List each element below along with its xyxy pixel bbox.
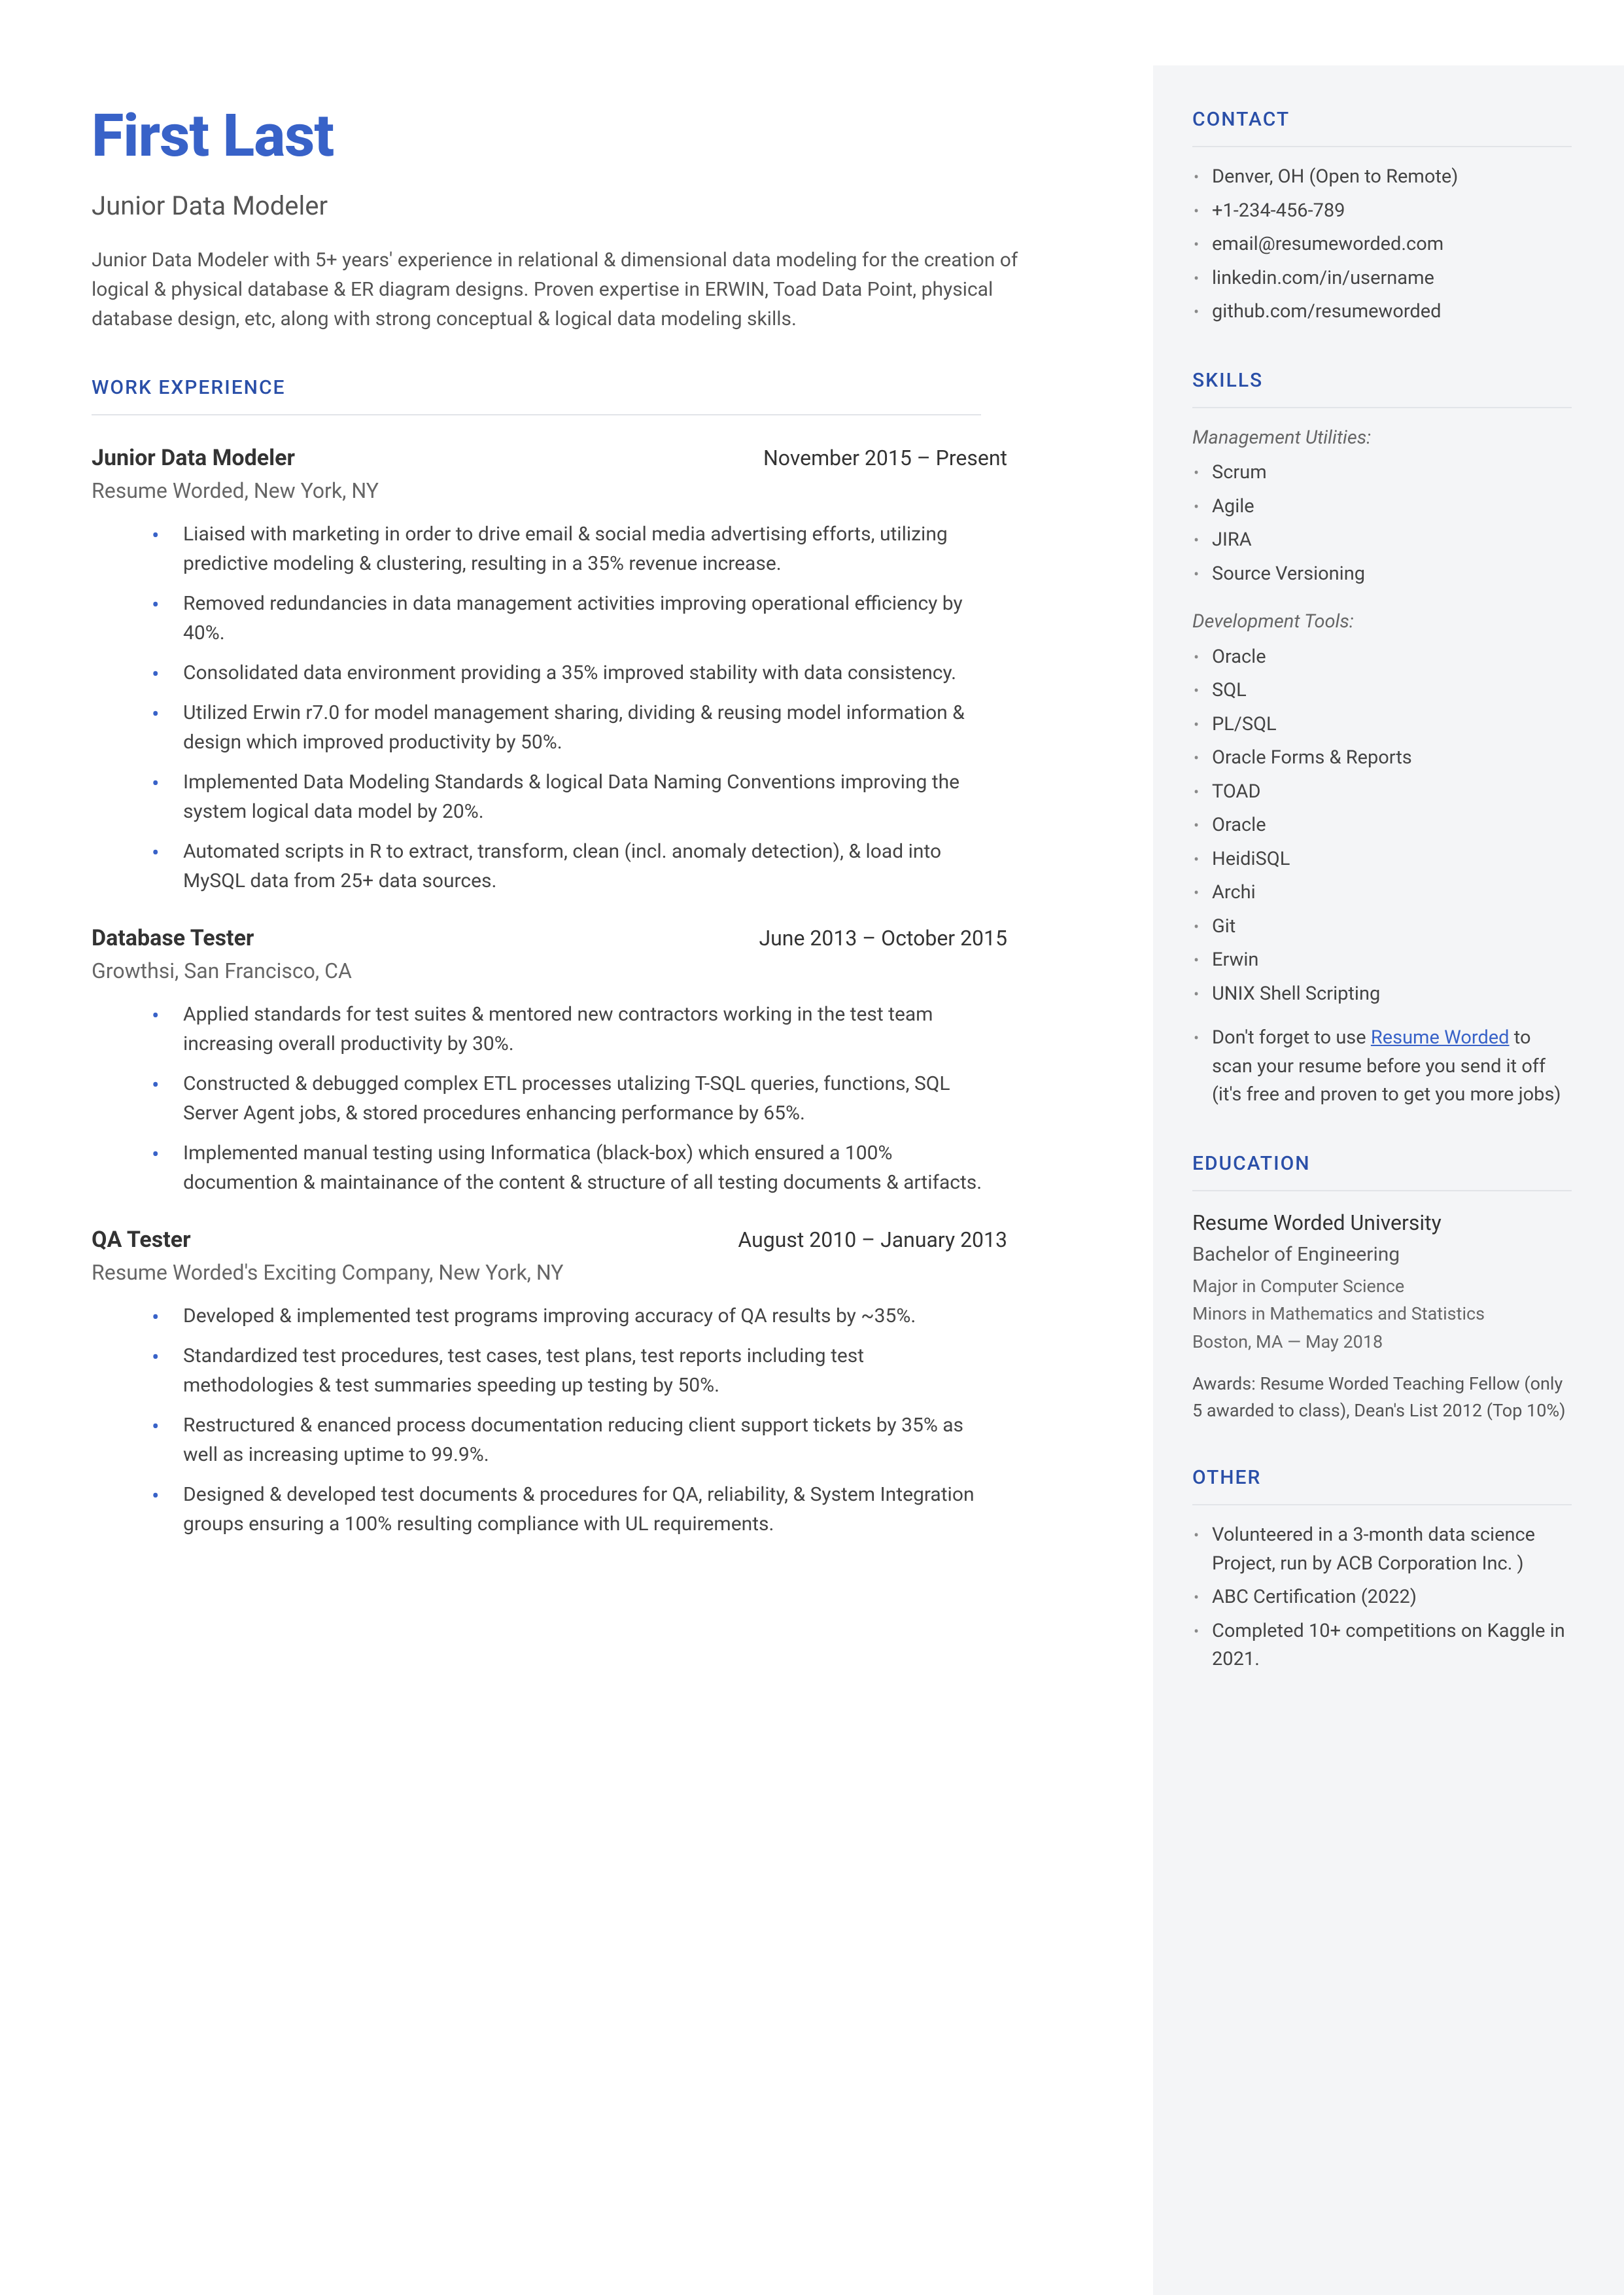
other-item: ABC Certification (2022)	[1192, 1583, 1572, 1612]
education-degree: Bachelor of Engineering	[1192, 1240, 1572, 1269]
job-entry: QA Tester August 2010 – January 2013Resum…	[92, 1223, 1020, 1539]
skill-item: Oracle Forms & Reports	[1192, 744, 1572, 773]
job-bullet: Developed & implemented test programs im…	[183, 1301, 1020, 1331]
education-location: Boston, MA — May 2018	[1192, 1329, 1572, 1356]
contact-heading: CONTACT	[1192, 105, 1572, 134]
skill-item: UNIX Shell Scripting	[1192, 980, 1572, 1009]
job-bullet: Consolidated data environment providing …	[183, 658, 1020, 688]
resume-page: First Last Junior Data Modeler Junior Da…	[0, 0, 1624, 2295]
job-bullet: Standardized test procedures, test cases…	[183, 1341, 1020, 1400]
job-company: Resume Worded's Exciting Company, New Yo…	[92, 1257, 1020, 1288]
job-company: Resume Worded, New York, NY	[92, 475, 1020, 506]
job-bullet: Restructured & enanced process documenta…	[183, 1410, 1020, 1469]
skills-container: Management Utilities: Scrum Agile JIRA Sourc…	[1192, 424, 1572, 1009]
other-heading: OTHER	[1192, 1463, 1572, 1492]
other-list: Volunteered in a 3-month data science Pr…	[1192, 1521, 1572, 1674]
job-dates: November 2015 – Present	[763, 442, 1007, 474]
skill-item: Erwin	[1192, 946, 1572, 975]
job-entry: Junior Data Modeler November 2015 – Prese…	[92, 442, 1020, 896]
skill-item: JIRA	[1192, 526, 1572, 555]
sidebar-column: CONTACT Denver, OH (Open to Remote) +1-23…	[1153, 65, 1624, 2295]
job-bullet: Utilized Erwin r7.0 for model management…	[183, 698, 1020, 757]
job-bullets: Liaised with marketing in order to drive…	[92, 519, 1020, 896]
job-bullet: Designed & developed test documents & pr…	[183, 1480, 1020, 1539]
job-header: Database Tester June 2013 – October 2015	[92, 922, 1007, 955]
contact-item: Denver, OH (Open to Remote)	[1192, 163, 1572, 192]
skill-item: Source Versioning	[1192, 560, 1572, 589]
job-title: Database Tester	[92, 922, 254, 955]
contact-item: linkedin.com/in/username	[1192, 264, 1572, 293]
contact-item: +1-234-456-789	[1192, 197, 1572, 226]
job-bullets: Applied standards for test suites & ment…	[92, 1000, 1020, 1197]
job-company: Growthsi, San Francisco, CA	[92, 955, 1020, 987]
note-prefix: Don't forget to use	[1212, 1026, 1371, 1049]
job-bullet: Removed redundancies in data management …	[183, 589, 1020, 648]
education-school: Resume Worded University	[1192, 1207, 1572, 1238]
contact-list: Denver, OH (Open to Remote) +1-234-456-78…	[1192, 163, 1572, 326]
job-dates: June 2013 – October 2015	[759, 922, 1007, 954]
other-item: Completed 10+ competitions on Kaggle in …	[1192, 1617, 1572, 1674]
job-header: Junior Data Modeler November 2015 – Prese…	[92, 442, 1007, 475]
skill-group-title: Management Utilities:	[1192, 424, 1572, 453]
education-minors: Minors in Mathematics and Statistics	[1192, 1301, 1572, 1327]
skill-item: PL/SQL	[1192, 710, 1572, 739]
summary-text: Junior Data Modeler with 5+ years' exper…	[92, 245, 1020, 334]
contact-item: email@resumeworded.com	[1192, 230, 1572, 259]
contact-section: CONTACT Denver, OH (Open to Remote) +1-23…	[1192, 105, 1572, 326]
divider	[1192, 146, 1572, 147]
skills-section: SKILLS Management Utilities: Scrum Agile JI…	[1192, 366, 1572, 1110]
divider	[92, 414, 981, 415]
resume-worded-link[interactable]: Resume Worded	[1371, 1026, 1510, 1049]
skill-item: Archi	[1192, 879, 1572, 907]
education-awards: Awards: Resume Worded Teaching Fellow (o…	[1192, 1371, 1572, 1424]
divider	[1192, 407, 1572, 408]
other-item: Volunteered in a 3-month data science Pr…	[1192, 1521, 1572, 1578]
education-section: EDUCATION Resume Worded University Bache…	[1192, 1149, 1572, 1424]
skill-item: HeidiSQL	[1192, 845, 1572, 874]
job-title: QA Tester	[92, 1223, 191, 1257]
skill-list: Scrum Agile JIRA Source Versioning	[1192, 459, 1572, 588]
job-bullet: Automated scripts in R to extract, trans…	[183, 837, 1020, 896]
skill-item: TOAD	[1192, 778, 1572, 807]
divider	[1192, 1504, 1572, 1505]
skills-heading: SKILLS	[1192, 366, 1572, 395]
job-bullet: Applied standards for test suites & ment…	[183, 1000, 1020, 1059]
job-title: Junior Data Modeler	[92, 442, 295, 475]
skills-note: Don't forget to use Resume Worded to sca…	[1192, 1024, 1572, 1110]
candidate-title: Junior Data Modeler	[92, 186, 1094, 226]
skill-list: Oracle SQL PL/SQL Oracle Forms & Reports TOA…	[1192, 643, 1572, 1009]
skill-group-title: Development Tools:	[1192, 608, 1572, 637]
skill-item: Agile	[1192, 493, 1572, 521]
skill-item: Oracle	[1192, 643, 1572, 672]
job-bullets: Developed & implemented test programs im…	[92, 1301, 1020, 1539]
job-bullet: Constructed & debugged complex ETL proce…	[183, 1069, 1020, 1128]
main-column: First Last Junior Data Modeler Junior Da…	[0, 65, 1153, 2295]
other-section: OTHER Volunteered in a 3-month data scie…	[1192, 1463, 1572, 1674]
skill-item: Git	[1192, 913, 1572, 941]
work-experience-section: Junior Data Modeler November 2015 – Prese…	[92, 442, 1094, 1539]
work-experience-heading: WORK EXPERIENCE	[92, 373, 1094, 402]
job-entry: Database Tester June 2013 – October 2015G…	[92, 922, 1020, 1197]
job-bullet: Implemented manual testing using Informa…	[183, 1138, 1020, 1197]
job-dates: August 2010 – January 2013	[738, 1224, 1007, 1255]
skill-item: SQL	[1192, 676, 1572, 705]
job-bullet: Implemented Data Modeling Standards & lo…	[183, 767, 1020, 826]
skill-item: Scrum	[1192, 459, 1572, 487]
job-header: QA Tester August 2010 – January 2013	[92, 1223, 1007, 1257]
skill-item: Oracle	[1192, 811, 1572, 840]
education-heading: EDUCATION	[1192, 1149, 1572, 1178]
job-bullet: Liaised with marketing in order to drive…	[183, 519, 1020, 578]
education-major: Major in Computer Science	[1192, 1273, 1572, 1300]
candidate-name: First Last	[92, 92, 1094, 180]
divider	[1192, 1190, 1572, 1191]
contact-item: github.com/resumeworded	[1192, 298, 1572, 326]
